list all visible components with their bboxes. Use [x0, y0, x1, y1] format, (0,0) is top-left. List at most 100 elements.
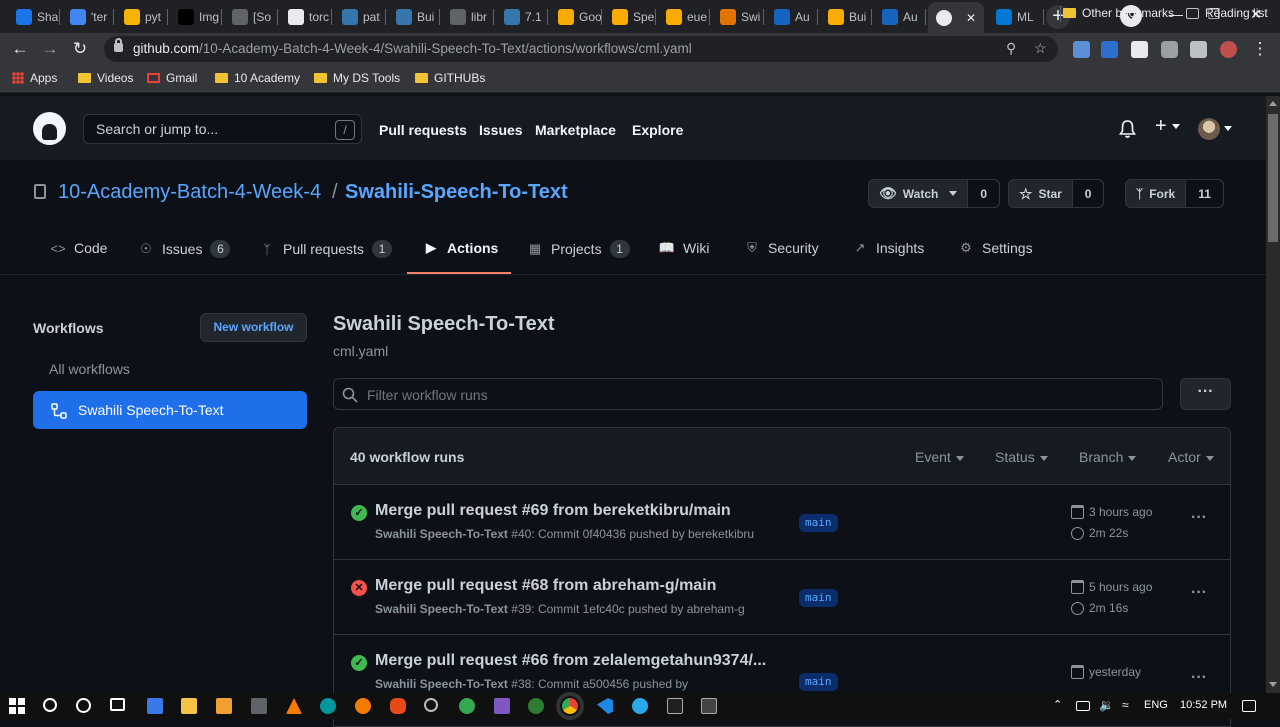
browser-tab[interactable]: torc: [280, 4, 332, 30]
other-bookmarks[interactable]: Other bookmarks: [1063, 6, 1174, 20]
event-filter-dropdown[interactable]: Event: [915, 449, 964, 465]
cortana-icon[interactable]: [76, 698, 91, 713]
app-icon[interactable]: [701, 698, 717, 714]
app-icon[interactable]: [528, 698, 544, 714]
extensions-puzzle-icon[interactable]: [1190, 41, 1207, 58]
tab-pull-requests[interactable]: ᛉ Pull requests 1: [259, 240, 392, 258]
vertical-scrollbar[interactable]: [1266, 96, 1280, 693]
reading-list[interactable]: Reading list: [1186, 6, 1268, 20]
browser-tab[interactable]: 'ter: [62, 4, 114, 30]
all-workflows-link[interactable]: All workflows: [49, 361, 130, 377]
branch-badge[interactable]: main: [799, 589, 838, 607]
bookmark-item[interactable]: Apps: [12, 71, 57, 85]
tab-issues[interactable]: ☉ Issues 6: [138, 240, 231, 258]
notifications-icon[interactable]: [1242, 700, 1256, 712]
browser-tab[interactable]: eue: [658, 4, 710, 30]
browser-tab[interactable]: ✕: [928, 2, 984, 33]
zoom-icon[interactable]: ⚲: [1006, 40, 1016, 57]
tab-settings[interactable]: ⚙ Settings: [958, 240, 1032, 256]
run-title-link[interactable]: Merge pull request #68 from abreham-g/ma…: [375, 577, 716, 595]
app-icon[interactable]: [355, 698, 371, 714]
back-icon[interactable]: ←: [10, 39, 30, 59]
more-options-button[interactable]: ···: [1180, 378, 1231, 410]
browser-tab[interactable]: Img: [170, 4, 222, 30]
star-count[interactable]: 0: [1072, 180, 1104, 207]
chevron-up-icon[interactable]: ⌃: [1053, 698, 1069, 714]
terminal-icon[interactable]: [667, 698, 683, 714]
nav-marketplace[interactable]: Marketplace: [535, 122, 616, 138]
wifi-icon[interactable]: ≈: [1122, 698, 1138, 714]
browser-tab[interactable]: 7.1: [496, 4, 548, 30]
tab-insights[interactable]: ↗ Insights: [852, 240, 925, 256]
nav-explore[interactable]: Explore: [632, 122, 683, 138]
app-icon[interactable]: [216, 698, 232, 714]
profile-avatar[interactable]: [1220, 41, 1237, 58]
chevron-down-icon[interactable]: [1224, 126, 1232, 131]
scrollbar-thumb[interactable]: [1268, 114, 1278, 242]
branch-badge[interactable]: main: [799, 673, 838, 691]
fork-count[interactable]: 11: [1186, 180, 1223, 207]
browser-tab[interactable]: Spe: [604, 4, 656, 30]
repo-owner-link[interactable]: 10-Academy-Batch-4-Week-4: [58, 181, 321, 204]
address-bar[interactable]: github.com/10-Academy-Batch-4-Week-4/Swa…: [104, 36, 1058, 62]
run-title-link[interactable]: Merge pull request #66 from zelalemgetah…: [375, 652, 766, 670]
branch-badge[interactable]: main: [799, 514, 838, 532]
battery-icon[interactable]: [1076, 701, 1090, 711]
watch-count[interactable]: 0: [968, 180, 1000, 207]
workflow-file-link[interactable]: cml.yaml: [333, 343, 388, 359]
extension-icon[interactable]: [1101, 41, 1118, 58]
browser-tab[interactable]: pyt: [116, 4, 168, 30]
github-logo-icon[interactable]: [33, 112, 66, 145]
app-icon[interactable]: [459, 698, 475, 714]
app-icon[interactable]: [494, 698, 510, 714]
app-icon[interactable]: [147, 698, 163, 714]
app-icon[interactable]: [251, 698, 267, 714]
browser-tab[interactable]: Swi: [712, 4, 764, 30]
browser-tab[interactable]: Bui: [388, 4, 440, 30]
bookmark-star-icon[interactable]: ☆: [1034, 40, 1047, 57]
arduino-icon[interactable]: [320, 698, 336, 714]
clock[interactable]: 10:52 PM: [1180, 699, 1227, 711]
new-workflow-button[interactable]: New workflow: [200, 313, 307, 342]
browser-tab[interactable]: Au: [766, 4, 818, 30]
telegram-icon[interactable]: [632, 698, 648, 714]
create-new-menu[interactable]: +: [1155, 115, 1180, 138]
task-view-icon[interactable]: [110, 698, 125, 711]
windows-start-icon[interactable]: [9, 698, 25, 714]
browser-tab[interactable]: Sha: [8, 4, 60, 30]
camera-icon[interactable]: [1161, 41, 1178, 58]
bookmark-item[interactable]: 10 Academy: [215, 71, 300, 85]
microphone-icon[interactable]: [390, 698, 406, 714]
fork-button[interactable]: ᛉ Fork 11: [1125, 179, 1224, 208]
app-icon[interactable]: [424, 698, 438, 712]
status-filter-dropdown[interactable]: Status: [995, 449, 1048, 465]
nav-issues[interactable]: Issues: [479, 122, 523, 138]
run-more-options-icon[interactable]: ···: [1191, 669, 1207, 687]
browser-tab[interactable]: libr: [442, 4, 494, 30]
scroll-down-icon[interactable]: [1269, 682, 1277, 687]
star-button[interactable]: ☆ Star 0: [1008, 179, 1105, 208]
watch-button[interactable]: 👁 Watch 0: [868, 179, 1001, 208]
bookmark-item[interactable]: Gmail: [147, 71, 197, 85]
search-input[interactable]: Search or jump to... /: [83, 114, 362, 144]
browser-tab[interactable]: [So: [224, 4, 278, 30]
close-tab-icon[interactable]: ✕: [966, 11, 976, 25]
tab-wiki[interactable]: 📖 Wiki: [659, 240, 710, 256]
actor-filter-dropdown[interactable]: Actor: [1168, 449, 1214, 465]
file-explorer-icon[interactable]: [181, 698, 197, 714]
reload-icon[interactable]: ↻: [70, 39, 90, 59]
vlc-icon[interactable]: [286, 698, 302, 714]
sidebar-item-active-workflow[interactable]: Swahili Speech-To-Text: [33, 391, 307, 429]
tab-security[interactable]: ⛨ Security: [744, 240, 818, 256]
tab-actions[interactable]: ▶ Actions: [423, 240, 498, 256]
bookmark-item[interactable]: Videos: [78, 71, 133, 85]
tab-code[interactable]: <> Code: [50, 240, 107, 256]
browser-tab[interactable]: Goo: [550, 4, 602, 30]
forward-icon[interactable]: →: [40, 39, 60, 59]
user-avatar[interactable]: [1198, 118, 1220, 140]
bookmark-item[interactable]: GITHUBs: [415, 71, 485, 85]
browser-tab[interactable]: pat: [334, 4, 386, 30]
speaker-icon[interactable]: 🔉: [1099, 698, 1115, 714]
chrome-icon[interactable]: [556, 692, 584, 720]
extension-icon[interactable]: [1073, 41, 1090, 58]
